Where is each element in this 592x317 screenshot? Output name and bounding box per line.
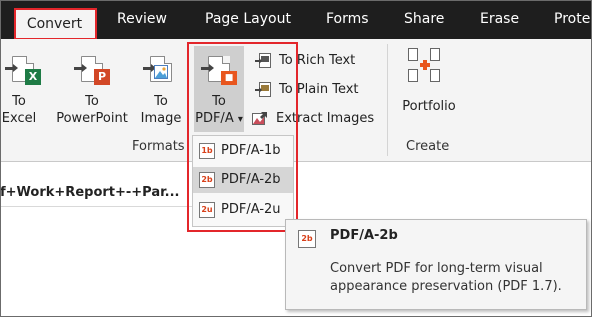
to-pdfa-label-1: To [212, 94, 226, 109]
to-plain-text-label: To Plain Text [279, 82, 359, 97]
to-pdfa-label-2: PDF/A ▾ [195, 111, 243, 126]
document-tab-title[interactable]: f+Work+Report+-+Par... [0, 185, 180, 200]
to-powerpoint-button[interactable]: P To PowerPoint [50, 56, 134, 127]
extract-images-icon [252, 112, 267, 125]
tooltip-title: PDF/A-2b [330, 228, 398, 243]
powerpoint-icon: P [74, 56, 110, 85]
pdfa-2b-tooltip: 2b PDF/A-2b Convert PDF for long-term vi… [285, 219, 587, 310]
excel-icon: X [5, 56, 41, 85]
image-icon [143, 56, 172, 82]
pdfa-2b-icon: 2b [199, 172, 215, 188]
pdfa-icon: ■ [201, 56, 237, 85]
to-image-label-1: To [154, 94, 168, 109]
pdfa-2b-icon: 2b [298, 230, 316, 248]
pdfa-dropdown-menu: 1b PDF/A-1b 2b PDF/A-2b 2u PDF/A-2u [192, 135, 294, 227]
menu-item-pdfa-2u[interactable]: 2u PDF/A-2u [193, 197, 293, 223]
to-powerpoint-label-2: PowerPoint [56, 111, 128, 126]
to-image-button[interactable]: To Image [138, 56, 184, 127]
to-rich-text-label: To Rich Text [279, 53, 356, 68]
to-powerpoint-label-1: To [85, 94, 99, 109]
tooltip-description: Convert PDF for long-term visual appeara… [330, 261, 562, 294]
formats-group-label: Formats [132, 139, 185, 154]
pdfa-2u-icon: 2u [199, 202, 215, 218]
to-excel-label-2: Excel [1, 111, 37, 126]
portfolio-button[interactable]: Portfolio [396, 98, 462, 115]
group-separator [387, 44, 388, 156]
to-pdfa-button[interactable]: ■ To PDF/A ▾ [194, 56, 244, 128]
rich-text-icon [255, 53, 271, 68]
menu-item-label: PDF/A-2u [221, 202, 281, 217]
portfolio-icon [408, 48, 442, 82]
plain-text-icon [255, 82, 271, 97]
pdfa-1b-icon: 1b [199, 143, 215, 159]
to-image-label-2: Image [140, 111, 182, 126]
create-group-label: Create [406, 139, 450, 154]
menu-item-label: PDF/A-2b [221, 172, 281, 187]
chevron-down-icon: ▾ [237, 114, 243, 125]
document-tab-underline [0, 206, 200, 207]
extract-images-label: Extract Images [276, 111, 375, 126]
to-excel-label-1: To [12, 94, 26, 109]
tab-share[interactable]: Share [404, 0, 444, 39]
tab-review[interactable]: Review [117, 0, 167, 39]
tab-page-layout[interactable]: Page Layout [205, 0, 291, 39]
tab-erase[interactable]: Erase [480, 0, 519, 39]
tab-convert[interactable]: Convert [14, 9, 95, 39]
menu-item-pdfa-1b[interactable]: 1b PDF/A-1b [193, 138, 293, 164]
ribbon-tab-bar: Convert Review Page Layout Forms Share E… [0, 0, 592, 39]
portfolio-label: Portfolio [402, 99, 456, 114]
menu-item-label: PDF/A-1b [221, 143, 281, 158]
tab-protect[interactable]: Prote [554, 0, 590, 39]
tab-forms[interactable]: Forms [326, 0, 369, 39]
menu-item-pdfa-2b[interactable]: 2b PDF/A-2b [193, 167, 293, 193]
to-excel-button[interactable]: X To Excel [0, 56, 41, 127]
